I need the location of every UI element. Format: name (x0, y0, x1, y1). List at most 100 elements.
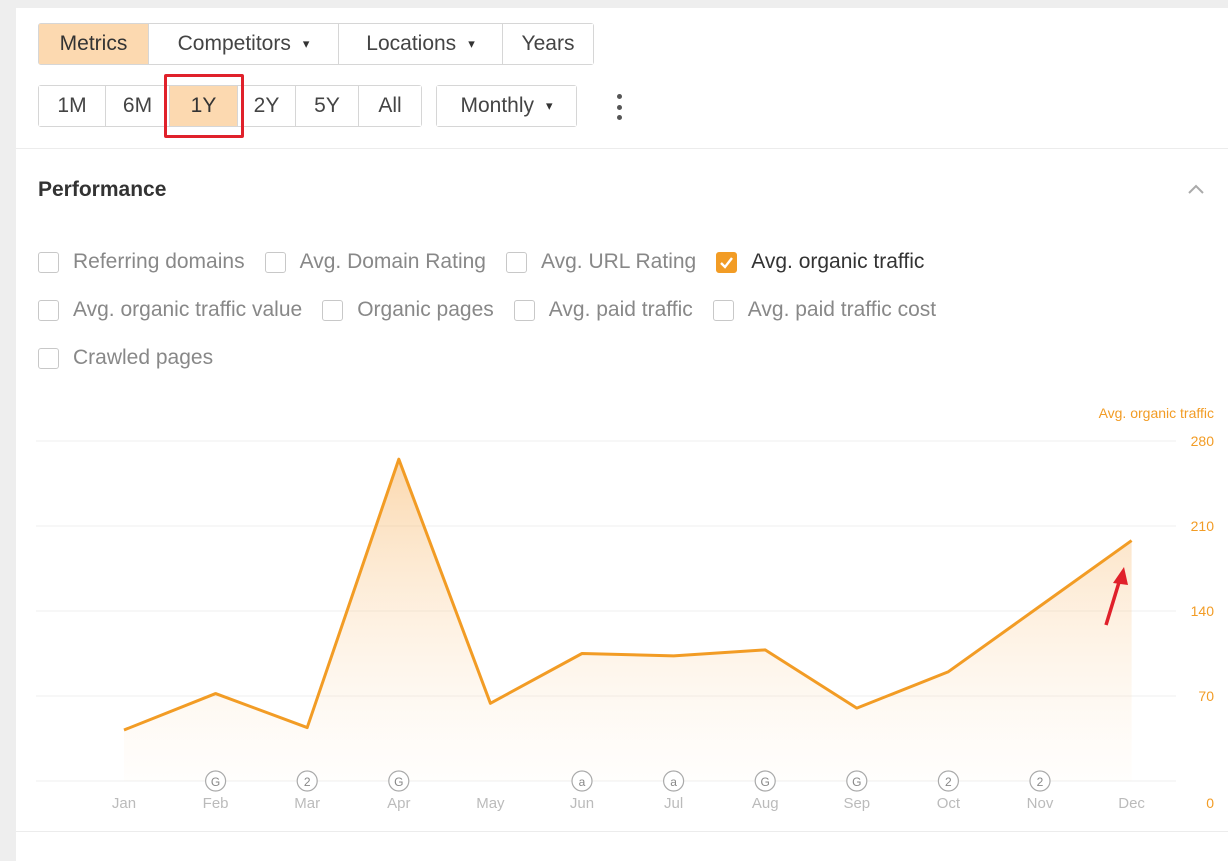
checkbox-crawled-pages[interactable]: Crawled pages (38, 346, 213, 370)
event-marker-icon[interactable]: G (846, 770, 868, 792)
checkbox-avg-url-rating[interactable]: Avg. URL Rating (505, 250, 697, 274)
range-label: 5Y (314, 94, 340, 117)
checkbox-box[interactable] (322, 299, 344, 321)
organic-traffic-chart[interactable]: 0 70 140 210 280 Jan Feb Mar Apr May Jun Jul Aug Sep… (16, 388, 1228, 828)
competitors-dropdown[interactable]: Competitors ▾ (149, 24, 339, 64)
chevron-up-icon[interactable] (1184, 178, 1208, 202)
years-tab[interactable]: Years (503, 24, 593, 64)
range-5y-button[interactable]: 5Y (296, 86, 359, 126)
section-title: Performance (38, 178, 167, 201)
x-tick-label: Dec (1118, 795, 1145, 812)
checkbox-row: Avg. organic traffic value Organic pages… (38, 286, 956, 334)
y-tick-label: 70 (1198, 688, 1214, 704)
metric-checkbox-list: Referring domains Avg. Domain Rating Avg… (38, 238, 956, 382)
checkbox-label: Organic pages (357, 298, 494, 321)
checkbox-row: Crawled pages (38, 334, 956, 382)
checkbox-label: Crawled pages (73, 346, 214, 369)
range-all-button[interactable]: All (359, 86, 421, 126)
range-label: 1M (57, 94, 87, 117)
chevron-down-icon: ▾ (546, 98, 553, 113)
checkbox-avg-organic-traffic-value[interactable]: Avg. organic traffic value (38, 298, 302, 322)
range-label: 2Y (253, 94, 280, 117)
event-marker-icon[interactable]: G (205, 770, 227, 792)
checkbox-avg-paid-traffic[interactable]: Avg. paid traffic (513, 298, 693, 322)
checkbox-box[interactable] (38, 251, 59, 273)
x-tick-label: Apr (387, 795, 410, 812)
range-label: All (378, 94, 402, 117)
checkbox-label: Avg. Domain Rating (299, 250, 486, 273)
date-range-group: 1M 6M 1Y 2Y 5Y All (38, 85, 422, 127)
checkbox-label: Referring domains (73, 250, 245, 273)
chevron-down-icon: ▾ (468, 36, 475, 51)
event-marker-icon[interactable]: 2 (937, 770, 960, 792)
x-tick-label: Nov (1027, 795, 1054, 812)
range-1y-button[interactable]: 1Y (170, 86, 238, 126)
red-arrow-annotation (1104, 567, 1128, 626)
checkbox-box[interactable] (712, 299, 734, 321)
checkbox-label: Avg. organic traffic value (73, 298, 303, 321)
chevron-down-icon: ▾ (302, 36, 310, 51)
check-icon (720, 256, 734, 269)
event-marker-label: G (394, 775, 403, 789)
range-1m-button[interactable]: 1M (39, 86, 106, 126)
y-tick-label: 0 (1206, 795, 1214, 811)
competitors-label: Competitors (177, 32, 291, 55)
divider (16, 831, 1228, 832)
event-marker-label: 2 (1037, 775, 1044, 789)
checkbox-box-checked[interactable] (716, 251, 738, 273)
x-tick-label: Jul (664, 795, 683, 812)
checkbox-box[interactable] (264, 251, 286, 273)
event-marker-icon[interactable]: a (571, 770, 593, 792)
x-tick-label: Aug (752, 795, 779, 812)
metrics-panel: Metrics Competitors ▾ Locations ▾ Years 1M… (16, 8, 1228, 861)
y-axis-title: Avg. organic traffic (1099, 405, 1214, 421)
checkbox-row: Referring domains Avg. Domain Rating Avg… (38, 238, 956, 286)
event-marker-icon[interactable]: 2 (1029, 770, 1051, 792)
event-marker-label: G (761, 775, 770, 789)
checkbox-label: Avg. paid traffic (548, 298, 693, 321)
y-tick-label: 140 (1191, 603, 1215, 619)
event-marker-icon[interactable]: a (662, 770, 685, 792)
locations-dropdown[interactable]: Locations ▾ (339, 24, 503, 64)
event-marker-label: 2 (945, 775, 952, 789)
years-tab-label: Years (521, 32, 575, 55)
checkbox-avg-paid-traffic-cost[interactable]: Avg. paid traffic cost (712, 298, 937, 322)
interval-label: Monthly (460, 94, 534, 117)
checkbox-box[interactable] (505, 251, 527, 273)
x-tick-label: May (476, 795, 505, 812)
range-label: 1Y (190, 94, 217, 117)
metrics-tab[interactable]: Metrics (39, 24, 149, 64)
checkbox-box[interactable] (38, 299, 59, 321)
checkbox-avg-organic-traffic[interactable]: Avg. organic traffic (716, 250, 924, 274)
metrics-tab-label: Metrics (59, 32, 128, 55)
event-marker-icon[interactable]: G (388, 770, 410, 792)
interval-dropdown[interactable]: Monthly ▾ (436, 85, 577, 127)
checkbox-label: Avg. paid traffic cost (747, 298, 937, 321)
checkbox-box[interactable] (513, 299, 535, 321)
traffic-area (124, 459, 1132, 781)
locations-label: Locations (366, 32, 457, 55)
more-options-icon[interactable] (611, 94, 627, 120)
checkbox-avg-domain-rating[interactable]: Avg. Domain Rating (264, 250, 486, 274)
x-tick-label: Feb (203, 795, 229, 812)
event-marker-icon[interactable]: 2 (296, 770, 318, 792)
checkbox-label: Avg. URL Rating (540, 250, 697, 273)
x-tick-label: Oct (937, 795, 961, 812)
checkbox-box[interactable] (38, 347, 59, 369)
event-marker-icon[interactable]: G (754, 770, 776, 792)
x-tick-label: Mar (294, 795, 320, 812)
event-marker-label: a (579, 775, 586, 789)
event-marker-label: G (852, 775, 861, 789)
checkbox-label: Avg. organic traffic (751, 250, 925, 273)
event-marker-label: 2 (304, 775, 311, 789)
event-marker-label: G (211, 775, 220, 789)
y-tick-label: 210 (1191, 518, 1215, 534)
checkbox-referring-domains[interactable]: Referring domains (38, 250, 245, 274)
event-marker-label: a (670, 775, 677, 789)
divider (16, 148, 1228, 149)
y-tick-label: 280 (1191, 433, 1215, 449)
range-2y-button[interactable]: 2Y (238, 86, 296, 126)
checkbox-organic-pages[interactable]: Organic pages (322, 298, 494, 322)
view-toggle-group: Metrics Competitors ▾ Locations ▾ Years (38, 23, 594, 65)
range-6m-button[interactable]: 6M (106, 86, 170, 126)
